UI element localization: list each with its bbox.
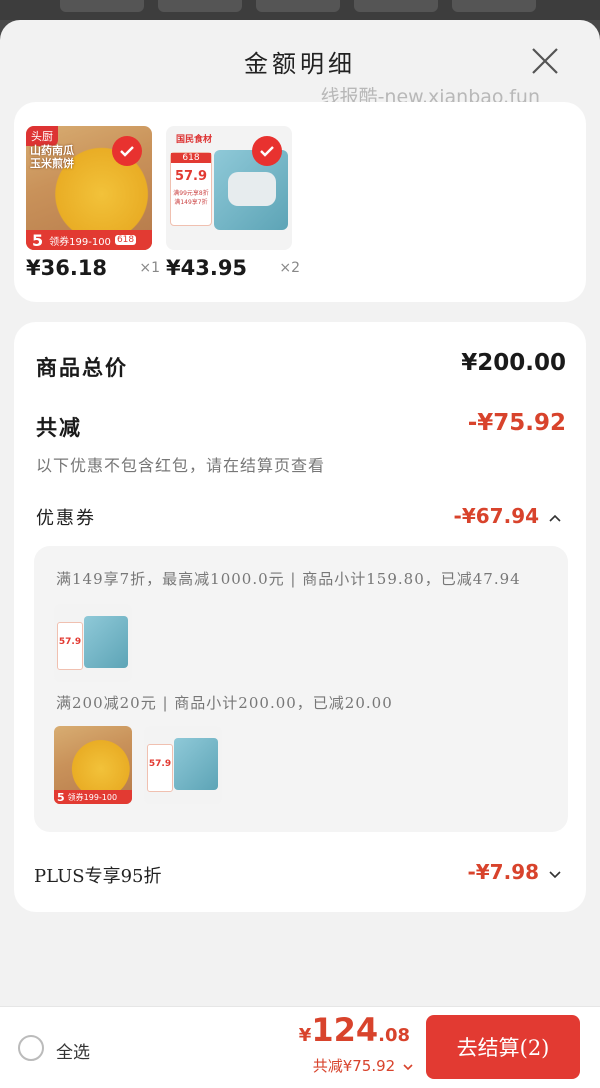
product-price: ¥43.95	[166, 256, 248, 280]
selected-check[interactable]	[252, 136, 282, 166]
product-thumbnail[interactable]: 57.9	[144, 726, 222, 804]
background-tab	[354, 0, 438, 12]
status-strip	[0, 0, 600, 20]
brand-badge: 国民食材	[176, 135, 213, 145]
background-tab	[452, 0, 536, 12]
chevron-down-icon	[549, 871, 561, 879]
discount-total-label: 共减	[36, 415, 82, 440]
chevron-down-icon	[403, 1064, 413, 1071]
product-image[interactable]: 头厨 山药南瓜 玉米煎饼 5 领券199-100 618	[26, 126, 152, 250]
goods-total-label: 商品总价	[36, 355, 128, 380]
brand-badge: 头厨	[26, 126, 58, 146]
promo-strip: 5 领券199-100	[54, 790, 132, 804]
selected-products-card: 头厨 山药南瓜 玉米煎饼 5 领券199-100 618 ¥36.18 ×1 国	[14, 102, 586, 302]
coupon-rule: 满149享7折，最高减1000.0元 | 商品小计159.80，已减47.94	[56, 570, 521, 588]
coupon-toggle[interactable]: -¥67.94	[454, 504, 562, 528]
product-thumbnail[interactable]: 57.9	[54, 604, 132, 682]
product-item[interactable]: 头厨 山药南瓜 玉米煎饼 5 领券199-100 618 ¥36.18 ×1	[26, 126, 160, 280]
check-icon	[120, 146, 134, 157]
select-all-radio[interactable]	[18, 1035, 44, 1061]
total-discount-toggle[interactable]: 共减¥75.92	[313, 1055, 414, 1076]
plus-discount-toggle[interactable]: -¥7.98	[467, 860, 562, 884]
plus-discount-value: -¥7.98	[467, 860, 540, 884]
amount-detail-sheet: 金额明细 线报酷-new.xianbao.fun 头厨 山药南瓜 玉米煎饼 5 …	[0, 20, 600, 1088]
select-all-label[interactable]: 全选	[56, 1038, 90, 1063]
price-details-card: 商品总价 ¥200.00 共减 -¥75.92 以下优惠不包含红包，请在结算页查…	[14, 322, 586, 912]
product-image[interactable]: 国民食材 618 57.9 满99元享8折 满149享7折	[166, 126, 292, 250]
close-button[interactable]	[530, 46, 560, 76]
total-price: ¥124.08	[298, 1011, 410, 1049]
background-tab	[60, 0, 144, 12]
discount-total-value: -¥75.92	[467, 410, 566, 436]
close-icon	[532, 48, 558, 74]
check-icon	[260, 146, 274, 157]
discount-note: 以下优惠不包含红包，请在结算页查看	[36, 456, 326, 475]
coupon-value: -¥67.94	[453, 504, 540, 528]
chevron-up-icon	[549, 514, 561, 522]
promo-panel: 57.9	[147, 744, 173, 792]
coupon-rule: 满200减20元 | 商品小计200.00，已减20.00	[56, 694, 393, 712]
promo-panel: 618 57.9 满99元享8折 满149享7折	[170, 152, 212, 226]
product-qty: ×2	[279, 260, 300, 276]
total-discount: 共减¥75.92	[312, 1057, 396, 1075]
plus-discount-label: PLUS专享95折	[34, 866, 162, 887]
sheet-title: 金额明细	[244, 50, 356, 78]
background-tab	[256, 0, 340, 12]
product-name-art: 山药南瓜 玉米煎饼	[30, 144, 74, 170]
product-qty: ×1	[139, 260, 160, 276]
background-tab	[158, 0, 242, 12]
goods-total-value: ¥200.00	[461, 350, 566, 376]
coupon-details-box: 满149享7折，最高减1000.0元 | 商品小计159.80，已减47.94 …	[34, 546, 568, 832]
product-thumbnail[interactable]: 5 领券199-100	[54, 726, 132, 804]
package-art	[84, 616, 128, 668]
coupon-label: 优惠券	[36, 508, 96, 529]
product-price: ¥36.18	[26, 256, 108, 280]
dumpling-art	[228, 172, 276, 206]
product-item[interactable]: 国民食材 618 57.9 满99元享8折 满149享7折 ¥43.95 ×2	[166, 126, 300, 280]
selected-check[interactable]	[112, 136, 142, 166]
promo-panel: 57.9	[57, 622, 83, 670]
promo-strip: 5 领券199-100 618	[26, 230, 152, 250]
checkout-button[interactable]: 去结算(2)	[426, 1015, 580, 1079]
package-art	[174, 738, 218, 790]
checkout-bar: 全选 ¥124.08 共减¥75.92 去结算(2)	[0, 1006, 600, 1088]
